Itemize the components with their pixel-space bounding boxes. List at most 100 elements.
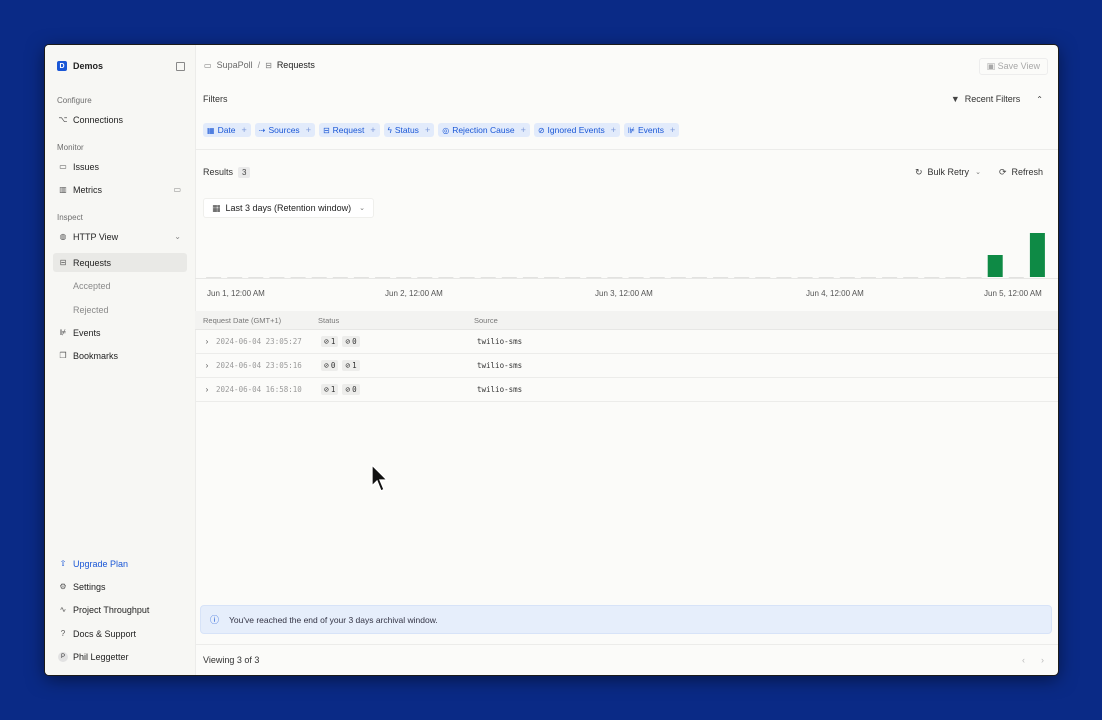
histogram-bar[interactable] <box>987 255 1003 277</box>
sidebar-item-label: Upgrade Plan <box>73 558 129 569</box>
sidebar-item-events[interactable]: ⊯ Events <box>53 323 187 342</box>
chip-label: Rejection Cause <box>452 125 515 135</box>
sidebar-item-settings[interactable]: ⚙ Settings <box>53 577 187 596</box>
sidebar-item-docs[interactable]: ? Docs & Support <box>53 624 187 643</box>
sidebar-item-metrics[interactable]: ▥ Metrics ▭ <box>53 180 187 199</box>
bolt-icon: ϟ <box>387 125 392 135</box>
x-tick-label: Jun 2, 12:00 AM <box>385 289 443 298</box>
pulse-icon: ∿ <box>59 605 67 614</box>
sidebar-item-label: Project Throughput <box>73 604 150 615</box>
request-histogram <box>206 233 1045 278</box>
requests-icon: ⊟ <box>265 60 272 70</box>
sidebar-item-accepted[interactable]: Accepted <box>53 276 187 295</box>
sidebar-item-requests[interactable]: ⊟ Requests <box>53 253 187 272</box>
row-status: ⊘ 1 ⊘ 0 <box>321 384 477 395</box>
sidebar-item-user[interactable]: P Phil Leggetter <box>53 647 187 666</box>
sidebar-item-label: Rejected <box>73 304 109 315</box>
ban-icon: ⊘ <box>345 337 351 346</box>
accepted-count: ⊘ 0 <box>321 360 339 371</box>
date-range-select[interactable]: ▦ Last 3 days (Retention window) ⌄ <box>203 198 374 218</box>
plus-icon: + <box>610 125 616 135</box>
collapse-sidebar-icon[interactable] <box>176 61 185 71</box>
row-date: 2024-06-04 23:05:16 <box>216 361 302 370</box>
ignored-value: 0 <box>352 337 357 346</box>
globe-icon: ◍ <box>59 232 67 241</box>
row-date: 2024-06-04 16:58:10 <box>216 385 302 394</box>
table-row[interactable]: › 2024-06-04 16:58:10 ⊘ 1 ⊘ 0 twilio-sms <box>195 378 1058 402</box>
results-header: Results 3 ↻ Bulk Retry ⌄ ⟳ Refresh <box>195 163 1058 181</box>
divider <box>195 149 1058 150</box>
avatar: P <box>58 651 68 662</box>
ban-icon: ⊘ <box>537 125 545 135</box>
chevron-right-icon[interactable]: › <box>198 361 216 370</box>
results-count-badge: 3 <box>238 166 251 178</box>
accepted-value: 1 <box>330 337 336 346</box>
recent-filters-button[interactable]: ▼ Recent Filters ⌃ <box>951 94 1043 104</box>
retry-icon: ↻ <box>915 166 923 177</box>
calendar-icon: ▦ <box>207 125 215 135</box>
results-label: Results <box>203 167 234 177</box>
bulk-retry-button[interactable]: ↻ Bulk Retry ⌄ <box>915 167 981 178</box>
chip-label: Date <box>217 125 236 135</box>
ignored-count: ⊘ 1 <box>342 360 360 371</box>
filter-chip-date[interactable]: ▦ Date + <box>203 123 251 137</box>
filter-chip-request[interactable]: ⊟ Request + <box>318 123 380 137</box>
sidebar-item-issues[interactable]: ▭ Issues <box>53 157 187 176</box>
chevron-right-icon[interactable]: › <box>198 385 216 394</box>
sidebar-item-upgrade-plan[interactable]: ⇧ Upgrade Plan <box>53 554 187 573</box>
x-tick-label: Jun 1, 12:00 AM <box>207 289 265 298</box>
requests-icon: ⊟ <box>59 258 67 267</box>
filter-chip-ignored-events[interactable]: ⊘ Ignored Events + <box>533 123 620 137</box>
sidebar-item-http-view[interactable]: ◍ HTTP View ⌄ <box>53 227 187 246</box>
plus-icon: + <box>370 125 376 135</box>
events-icon: ⊯ <box>59 328 67 337</box>
chevron-right-icon[interactable]: › <box>198 337 216 346</box>
filter-chips: ▦ Date + ⇢ Sources + ⊟ Request + ϟ Status + ◎ Rej… <box>203 123 680 137</box>
workspace-badge: D <box>57 61 67 71</box>
metrics-badge-icon: ▭ <box>173 185 181 194</box>
histogram-bar[interactable] <box>1029 233 1045 277</box>
sidebar-item-label: Settings <box>73 581 106 592</box>
column-header-source[interactable]: Source <box>474 316 1058 325</box>
filter-chip-sources[interactable]: ⇢ Sources + <box>254 123 315 137</box>
plus-icon: + <box>669 125 676 135</box>
section-monitor: Monitor <box>57 143 84 152</box>
sidebar-item-rejected[interactable]: Rejected <box>53 300 187 319</box>
filter-chip-rejection-cause[interactable]: ◎ Rejection Cause + <box>438 123 530 137</box>
chip-label: Sources <box>268 125 300 135</box>
prev-page-button[interactable]: ‹ <box>1022 655 1025 665</box>
accepted-value: 0 <box>330 361 336 370</box>
check-circle-icon: ⊘ <box>324 361 329 370</box>
bookmark-icon: ❐ <box>59 351 67 360</box>
issues-icon: ▭ <box>59 162 67 171</box>
sidebar-item-label: Connections <box>73 114 124 125</box>
filter-chip-status[interactable]: ϟ Status + <box>383 123 435 137</box>
filter-chip-events[interactable]: ⊯ Events + <box>623 123 680 137</box>
workspace-switcher[interactable]: D Demos <box>57 59 185 73</box>
chevron-up-icon[interactable]: ⌃ <box>1036 95 1043 104</box>
next-page-button[interactable]: › <box>1041 655 1044 665</box>
table-row[interactable]: › 2024-06-04 23:05:27 ⊘ 1 ⊘ 0 twilio-sms <box>195 330 1058 354</box>
refresh-button[interactable]: ⟳ Refresh <box>999 167 1043 178</box>
sidebar-item-connections[interactable]: ⌥ Connections <box>53 110 187 129</box>
sidebar-item-bookmarks[interactable]: ❐ Bookmarks <box>53 346 187 365</box>
breadcrumb-separator: / <box>257 60 261 70</box>
sidebar-item-label: Issues <box>73 161 100 172</box>
breadcrumb-project[interactable]: SupaPoll <box>217 60 253 70</box>
check-circle-icon: ⊘ <box>324 385 329 394</box>
accepted-count: ⊘ 1 <box>321 384 339 395</box>
table-row[interactable]: › 2024-06-04 23:05:16 ⊘ 0 ⊘ 1 twilio-sms <box>195 354 1058 378</box>
ignored-count: ⊘ 0 <box>342 336 360 347</box>
metrics-icon: ▥ <box>59 185 67 194</box>
row-status: ⊘ 0 ⊘ 1 <box>321 360 477 371</box>
filter-icon: ▼ <box>950 94 960 104</box>
column-header-status[interactable]: Status <box>318 316 474 325</box>
save-view-button[interactable]: ▣ Save View <box>978 58 1048 75</box>
help-icon: ? <box>60 629 66 638</box>
section-configure: Configure <box>57 96 92 105</box>
sidebar-item-throughput[interactable]: ∿ Project Throughput <box>53 600 187 619</box>
x-tick-label: Jun 3, 12:00 AM <box>595 289 653 298</box>
breadcrumb: ▭ SupaPoll / ⊟ Requests ▣ Save View <box>195 45 1058 85</box>
column-header-date[interactable]: Request Date (GMT+1) <box>195 316 318 325</box>
section-inspect: Inspect <box>57 213 83 222</box>
